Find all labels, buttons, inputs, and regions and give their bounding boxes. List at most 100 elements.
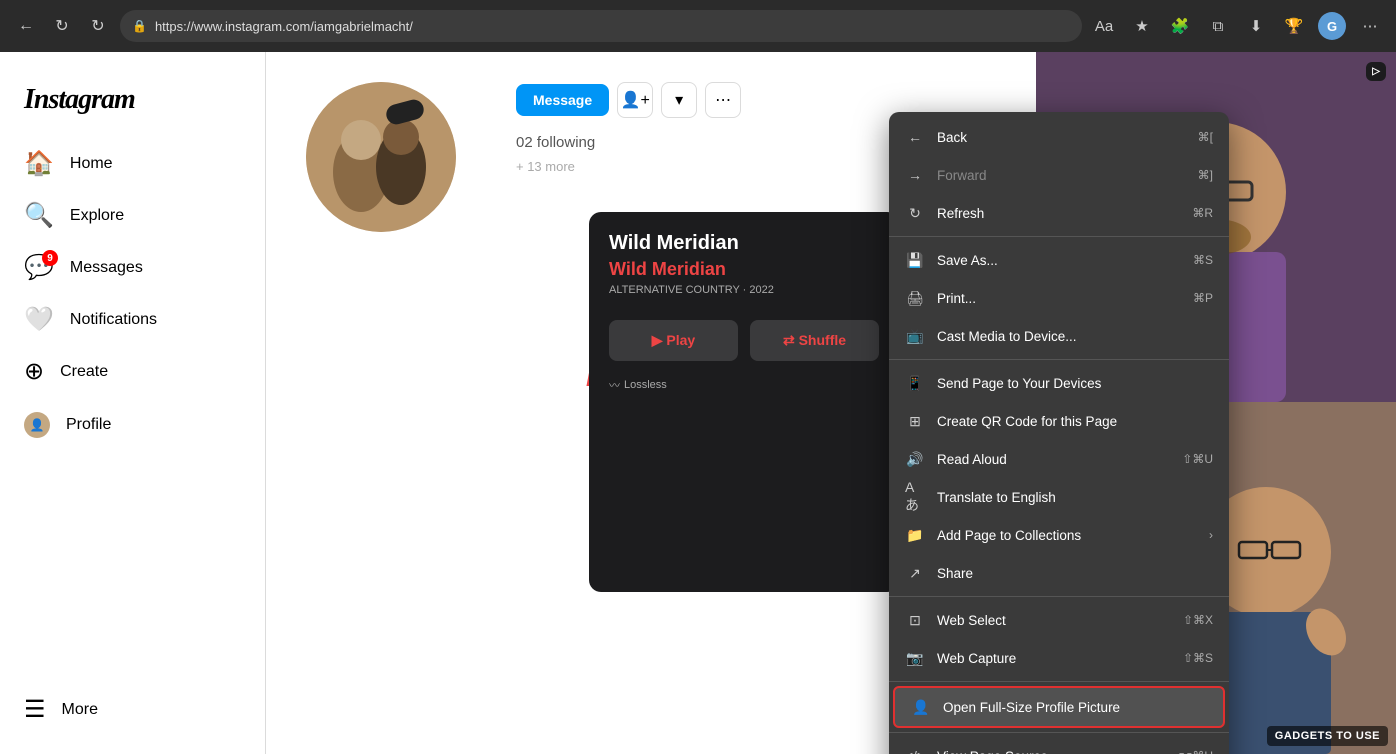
ctx-view-source-shortcut: ⌥⌘U [1179, 749, 1214, 754]
context-menu-web-capture[interactable]: 📷 Web Capture ⇧⌘S [889, 639, 1229, 677]
sidebar-item-more[interactable]: ☰ More [12, 686, 253, 734]
url-text: https://www.instagram.com/iamgabrielmach… [155, 19, 413, 34]
context-menu-share[interactable]: ↗ Share [889, 554, 1229, 592]
quality-label: 〰 Lossless [609, 377, 879, 393]
context-menu-forward: → Forward ⌘] [889, 156, 1229, 194]
sidebar: Instagram 🏠 Home 🔍 Explore 💬 9 Messages … [0, 52, 266, 754]
notifications-icon: 🤍 [24, 308, 54, 332]
sidebar-item-notifications[interactable]: 🤍 Notifications [12, 296, 253, 344]
watermark-badge: GADGETS TO USE [1267, 726, 1388, 746]
context-menu-back[interactable]: ← Back ⌘[ [889, 118, 1229, 156]
ctx-read-aloud-shortcut: ⇧⌘U [1182, 452, 1213, 466]
favorites-icon[interactable]: ★ [1128, 12, 1156, 40]
context-menu-cast[interactable]: 📺 Cast Media to Device... [889, 317, 1229, 355]
ctx-refresh-label: Refresh [937, 206, 984, 221]
context-menu-refresh[interactable]: ↻ Refresh ⌘R [889, 194, 1229, 232]
sidebar-item-home-label: Home [70, 155, 113, 173]
refresh-icon: ↻ [905, 203, 925, 223]
ctx-web-capture-label: Web Capture [937, 651, 1016, 666]
messages-badge: 9 [42, 250, 58, 266]
ctx-cast-label: Cast Media to Device... [937, 329, 1077, 344]
sidebar-item-messages-label: Messages [70, 259, 143, 277]
web-capture-icon: 📷 [905, 648, 925, 668]
message-button[interactable]: Message [516, 84, 609, 116]
ctx-divider-5 [889, 732, 1229, 733]
ctx-refresh-shortcut: ⌘R [1192, 206, 1213, 220]
reload-button[interactable]: ↻ [84, 12, 112, 40]
back-button[interactable]: ← [12, 12, 40, 40]
ctx-forward-label: Forward [937, 168, 987, 183]
ctx-divider-4 [889, 681, 1229, 682]
sidebar-item-profile[interactable]: 👤 Profile [12, 400, 253, 450]
create-icon: ⊕ [24, 360, 44, 384]
ctx-send-devices-label: Send Page to Your Devices [937, 376, 1101, 391]
games-icon[interactable]: 🏆 [1280, 12, 1308, 40]
dropdown-button[interactable]: ▾ [661, 82, 697, 118]
qr-icon: ⊞ [905, 411, 925, 431]
sidebar-item-create-label: Create [60, 363, 108, 381]
shuffle-button[interactable]: ⇄ Shuffle [750, 320, 879, 361]
search-icon: 🔍 [24, 204, 54, 228]
following-count: 02 following [516, 134, 595, 151]
back-icon: ← [905, 127, 925, 147]
ctx-save-label: Save As... [937, 253, 998, 268]
context-menu-view-source[interactable]: </> View Page Source ⌥⌘U [889, 737, 1229, 754]
context-menu-print[interactable]: 🖨 Print... ⌘P [889, 279, 1229, 317]
profile-avatar [306, 82, 456, 232]
ctx-web-capture-shortcut: ⇧⌘S [1183, 651, 1213, 665]
ctx-save-shortcut: ⌘S [1193, 253, 1213, 267]
instagram-logo: Instagram [12, 72, 253, 136]
context-menu: ← Back ⌘[ → Forward ⌘] ↻ Refresh ⌘R [889, 112, 1229, 754]
context-menu-translate[interactable]: Aあ Translate to English [889, 478, 1229, 516]
sidebar-item-explore-label: Explore [70, 207, 124, 225]
open-profile-icon: 👤 [911, 697, 931, 717]
context-menu-read-aloud[interactable]: 🔊 Read Aloud ⇧⌘U [889, 440, 1229, 478]
context-menu-open-profile[interactable]: 👤 Open Full-Size Profile Picture [893, 686, 1225, 728]
send-devices-icon: 📱 [905, 373, 925, 393]
collections-icon[interactable]: ⧉ [1204, 12, 1232, 40]
ctx-qr-label: Create QR Code for this Page [937, 414, 1117, 429]
sidebar-item-create[interactable]: ⊕ Create [12, 348, 253, 396]
ctx-read-aloud-label: Read Aloud [937, 452, 1007, 467]
forward-button[interactable]: ↻ [48, 12, 76, 40]
play-button[interactable]: ▶ Play [609, 320, 738, 361]
ctx-share-label: Share [937, 566, 973, 581]
top-right-badge: ▷ [1366, 62, 1386, 81]
sidebar-item-messages[interactable]: 💬 9 Messages [12, 244, 253, 292]
home-icon: 🏠 [24, 152, 54, 176]
context-menu-qr[interactable]: ⊞ Create QR Code for this Page [889, 402, 1229, 440]
ctx-divider-2 [889, 359, 1229, 360]
ctx-web-select-shortcut: ⇧⌘X [1183, 613, 1213, 627]
context-menu-collections[interactable]: 📁 Add Page to Collections › [889, 516, 1229, 554]
share-icon: ↗ [905, 563, 925, 583]
downloads-icon[interactable]: ⬇ [1242, 12, 1270, 40]
context-menu-web-select[interactable]: ⊡ Web Select ⇧⌘X [889, 601, 1229, 639]
lock-icon: 🔒 [132, 19, 147, 33]
sidebar-item-more-label: More [62, 701, 98, 719]
address-bar[interactable]: 🔒 https://www.instagram.com/iamgabrielma… [120, 10, 1082, 42]
music-title: Wild Meridian [609, 232, 879, 255]
ctx-view-source-label: View Page Source [937, 749, 1048, 754]
main-layout: Instagram 🏠 Home 🔍 Explore 💬 9 Messages … [0, 52, 1396, 754]
settings-icon[interactable]: ⋯ [1356, 12, 1384, 40]
context-menu-send-devices[interactable]: 📱 Send Page to Your Devices [889, 364, 1229, 402]
ctx-translate-label: Translate to English [937, 490, 1056, 505]
music-player: Wild Meridian Wild Meridian ALTERNATIVE … [589, 212, 899, 592]
ctx-back-shortcut: ⌘[ [1198, 130, 1213, 144]
extensions-icon[interactable]: 🧩 [1166, 12, 1194, 40]
translate-icon: Aあ [905, 487, 925, 507]
browser-chrome: ← ↻ ↻ 🔒 https://www.instagram.com/iamgab… [0, 0, 1396, 52]
more-icon: ☰ [24, 698, 46, 722]
browser-right-icons: Aa ★ 🧩 ⧉ ⬇ 🏆 G ⋯ [1090, 12, 1384, 40]
sidebar-item-home[interactable]: 🏠 Home [12, 140, 253, 188]
more-options-button[interactable]: ⋯ [705, 82, 741, 118]
save-icon: 💾 [905, 250, 925, 270]
sidebar-item-explore[interactable]: 🔍 Explore [12, 192, 253, 240]
read-mode-icon[interactable]: Aa [1090, 12, 1118, 40]
ctx-divider-1 [889, 236, 1229, 237]
profile-circle-icon[interactable]: G [1318, 12, 1346, 40]
forward-icon: → [905, 165, 925, 185]
avatar: 👤 [24, 412, 50, 438]
add-friend-button[interactable]: 👤+ [617, 82, 653, 118]
context-menu-save-as[interactable]: 💾 Save As... ⌘S [889, 241, 1229, 279]
